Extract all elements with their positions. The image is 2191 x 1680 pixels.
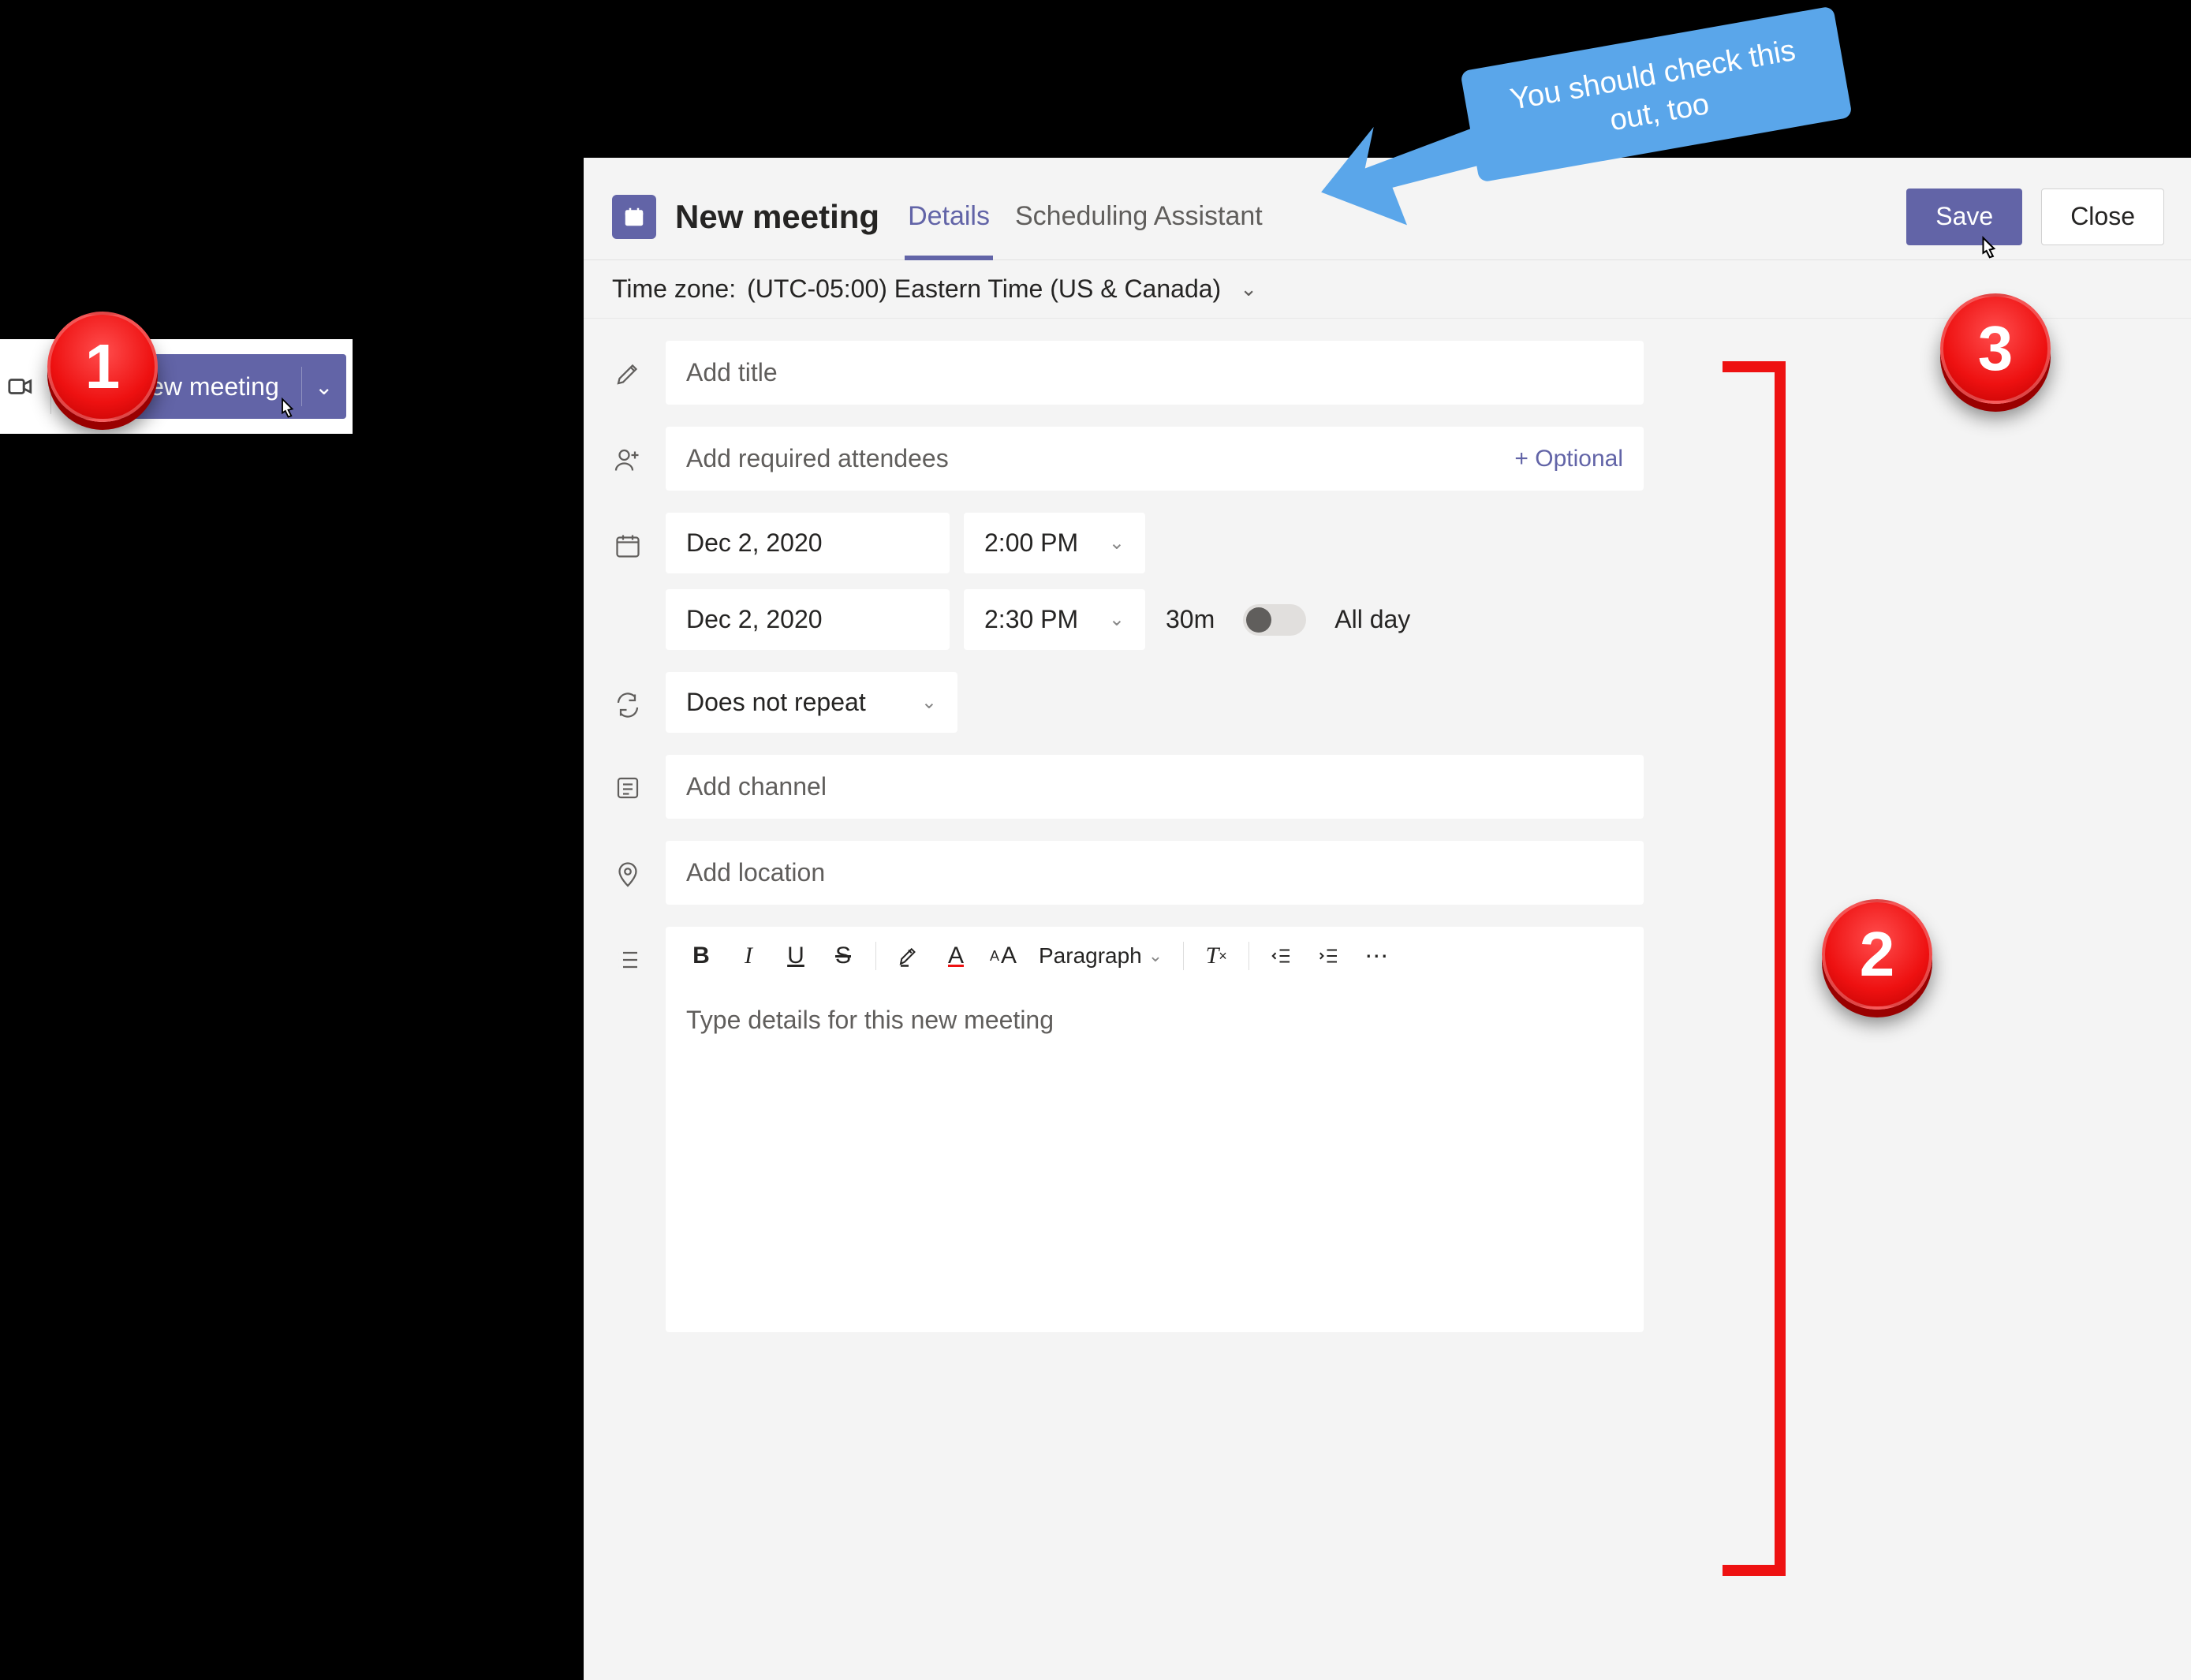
new-meeting-dropdown[interactable]: ⌄ [302, 354, 346, 419]
cursor-icon [271, 395, 302, 427]
end-date-value: Dec 2, 2020 [686, 605, 823, 634]
meet-now-icon[interactable] [5, 371, 36, 402]
tab-details[interactable]: Details [905, 173, 993, 260]
timezone-label: Time zone: [612, 274, 736, 304]
paragraph-label: Paragraph [1039, 943, 1142, 969]
recurrence-picker[interactable]: Does not repeat ⌄ [666, 672, 957, 733]
all-day-toggle[interactable] [1243, 604, 1306, 636]
page-title: New meeting [675, 198, 879, 236]
calendar-icon [612, 530, 644, 562]
annotation-callout-text: You should check this out, too [1460, 6, 1853, 182]
close-button[interactable]: Close [2041, 189, 2164, 245]
toolbar-separator [875, 942, 876, 970]
description-input[interactable]: Type details for this new meeting [666, 985, 1644, 1332]
start-datetime: Dec 2, 2020 2:00 PM ⌄ [666, 513, 1644, 573]
form-body: + Optional Dec 2, 2020 2:00 PM ⌄ Dec 2, … [584, 319, 2191, 1680]
font-color-button[interactable]: A [938, 938, 974, 974]
chevron-down-icon: ⌄ [315, 374, 333, 400]
location-icon [612, 858, 644, 890]
list-icon [612, 944, 644, 976]
indent-button[interactable] [1311, 938, 1347, 974]
highlight-button[interactable] [890, 938, 927, 974]
more-options-button[interactable]: ⋯ [1358, 938, 1394, 974]
chevron-down-icon: ⌄ [1109, 532, 1125, 554]
chevron-down-icon: ⌄ [921, 691, 937, 714]
tab-scheduling-assistant[interactable]: Scheduling Assistant [1012, 173, 1266, 260]
end-datetime: Dec 2, 2020 2:30 PM ⌄ 30m All day [666, 589, 1644, 650]
end-time-value: 2:30 PM [984, 605, 1078, 634]
channel-icon [612, 772, 644, 804]
repeat-icon [612, 689, 644, 721]
chevron-down-icon: ⌄ [1109, 608, 1125, 631]
end-date-picker[interactable]: Dec 2, 2020 [666, 589, 950, 650]
rich-text-editor: B I U S A AA [666, 927, 1644, 1332]
bold-button[interactable]: B [683, 938, 719, 974]
title-input[interactable] [666, 341, 1644, 405]
annotation-callout: You should check this out, too [1460, 6, 1853, 182]
strikethrough-button[interactable]: S [825, 938, 861, 974]
toolbar-separator [1183, 942, 1184, 970]
timezone-selector[interactable]: Time zone: (UTC-05:00) Eastern Time (US … [584, 260, 2191, 319]
people-add-icon [612, 444, 644, 476]
channel-input[interactable] [666, 755, 1644, 819]
paragraph-style-picker[interactable]: Paragraph ⌄ [1032, 943, 1169, 969]
row-location [612, 841, 2164, 905]
calendar-app-icon [612, 195, 656, 239]
location-input[interactable] [666, 841, 1644, 905]
annotation-badge-3: 3 [1940, 293, 2051, 404]
italic-button[interactable]: I [730, 938, 767, 974]
clear-formatting-button[interactable]: T× [1198, 938, 1234, 974]
meeting-form-panel: New meeting Details Scheduling Assistant… [584, 158, 2191, 1680]
save-button[interactable]: Save [1906, 189, 2022, 245]
annotation-bracket [1723, 361, 1786, 1576]
row-recurrence: Does not repeat ⌄ [612, 672, 2164, 733]
rte-toolbar: B I U S A AA [666, 927, 1644, 985]
all-day-label: All day [1334, 605, 1410, 634]
annotation-badge-2: 2 [1822, 899, 1932, 1010]
timezone-value: (UTC-05:00) Eastern Time (US & Canada) [747, 274, 1221, 304]
outdent-button[interactable] [1263, 938, 1300, 974]
chevron-down-icon: ⌄ [1240, 277, 1257, 301]
duration-label: 30m [1166, 605, 1215, 634]
start-time-picker[interactable]: 2:00 PM ⌄ [964, 513, 1145, 573]
annotation-badge-1: 1 [47, 312, 158, 422]
underline-button[interactable]: U [778, 938, 814, 974]
attendees-input[interactable] [666, 427, 1514, 491]
start-date-picker[interactable]: Dec 2, 2020 [666, 513, 950, 573]
row-channel [612, 755, 2164, 819]
recurrence-value: Does not repeat [686, 688, 866, 717]
cursor-icon [1970, 233, 2005, 268]
end-time-picker[interactable]: 2:30 PM ⌄ [964, 589, 1145, 650]
start-time-value: 2:00 PM [984, 528, 1078, 558]
row-datetime: Dec 2, 2020 2:00 PM ⌄ Dec 2, 2020 2:30 P… [612, 513, 2164, 650]
row-description: B I U S A AA [612, 927, 2164, 1332]
font-size-button[interactable]: AA [985, 938, 1021, 974]
row-attendees: + Optional [612, 427, 2164, 491]
start-date-value: Dec 2, 2020 [686, 528, 823, 558]
optional-attendees-link[interactable]: + Optional [1514, 446, 1623, 472]
chevron-down-icon: ⌄ [1148, 946, 1163, 966]
attendees-field[interactable]: + Optional [666, 427, 1644, 491]
pencil-icon [612, 358, 644, 390]
row-title [612, 341, 2164, 405]
